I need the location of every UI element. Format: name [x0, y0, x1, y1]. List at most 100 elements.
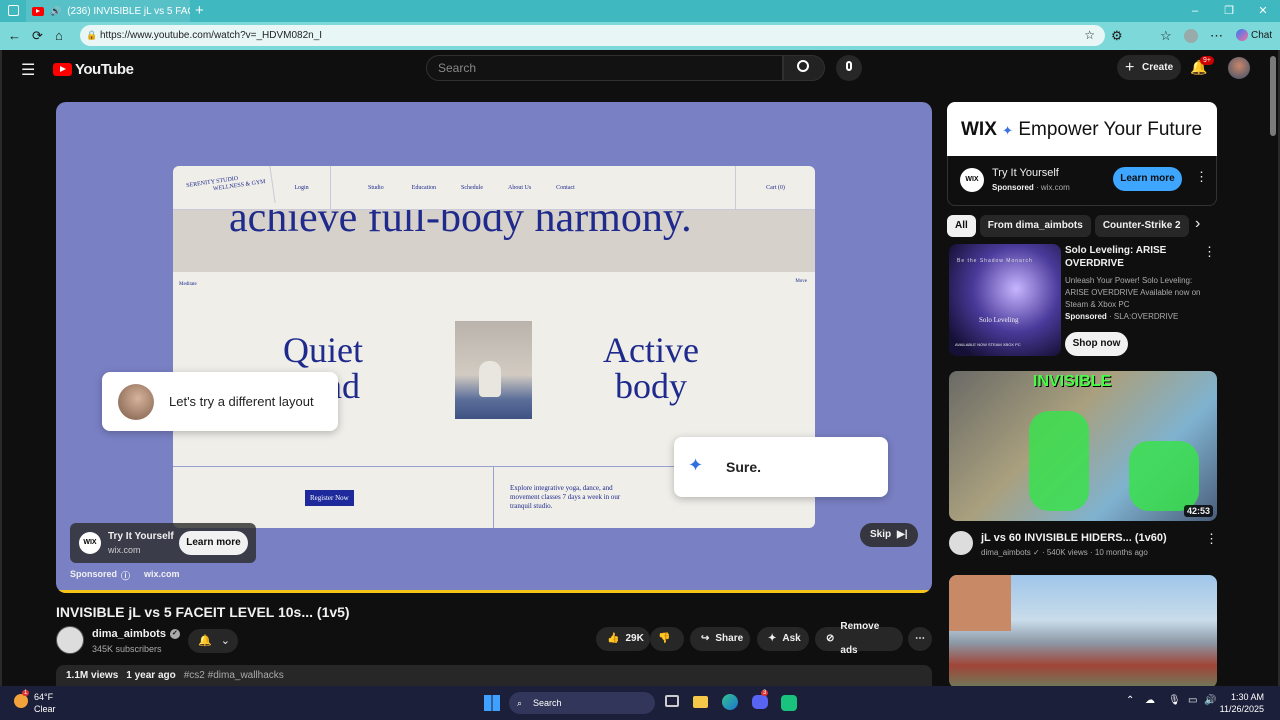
ad-info-icon[interactable]: ⓘ [121, 569, 130, 582]
sponsor-domain[interactable]: wix.com [144, 569, 180, 582]
account-avatar[interactable] [1228, 57, 1250, 79]
notifications-button[interactable]: 🔔 9+ [1190, 56, 1214, 79]
address-toolbar: ← ⟳ ⌂ 🔒 https://www.youtube.com/watch?v=… [0, 22, 1280, 50]
youtube-logo[interactable]: YouTube [53, 61, 134, 78]
sponsored-menu-icon[interactable]: ⋮ [1203, 244, 1216, 260]
ad-learn-more-button[interactable]: Learn more [179, 531, 248, 555]
wix-ad-sponsored: Sponsored [992, 183, 1034, 192]
speaker-icon[interactable]: 🔊 [50, 6, 61, 17]
description-box[interactable]: 1.1M views 1 year ago #cs2 #dima_wallhac… [56, 665, 932, 686]
rec-thumbnail[interactable]: INVISIBLE 42:53 [949, 371, 1217, 521]
subscribe-bell-button[interactable]: 🔔 ⌄ [188, 629, 238, 653]
page-scrollbar[interactable] [1270, 56, 1276, 136]
share-icon: ↪ [701, 633, 710, 644]
more-actions-button[interactable]: ⋯ [908, 627, 932, 651]
wix-ad-menu-icon[interactable]: ⋮ [1195, 169, 1208, 185]
rec-menu-icon[interactable]: ⋮ [1205, 531, 1218, 547]
create-button[interactable]: + Create [1117, 55, 1181, 80]
rec-channel-avatar[interactable] [949, 531, 973, 555]
search-button[interactable] [783, 55, 825, 81]
chatgpt-icon[interactable] [781, 695, 797, 711]
weather-icon[interactable] [14, 694, 28, 708]
chip-all[interactable]: All [947, 215, 976, 237]
browser-tab-strip: 🔊 (236) INVISIBLE jL vs 5 FACEI ✕ + – ❐ … [0, 0, 1280, 22]
voice-search-button[interactable] [836, 55, 862, 81]
hamburger-menu-icon[interactable]: ☰ [21, 60, 35, 80]
vertical-divider [493, 466, 494, 528]
onedrive-icon[interactable]: ☁ [1145, 695, 1155, 706]
tab-actions-icon[interactable] [8, 5, 19, 16]
create-label: Create [1142, 62, 1174, 73]
back-icon[interactable]: ← [8, 28, 21, 43]
search-input[interactable]: Search [426, 55, 783, 81]
user-avatar [118, 384, 154, 420]
url-bar[interactable]: 🔒 https://www.youtube.com/watch?v=_HDVM0… [80, 25, 1105, 46]
discord-icon[interactable] [752, 695, 768, 709]
copilot-chat-button[interactable]: Chat [1236, 29, 1272, 41]
wix-banner[interactable]: WIX ✦ Empower Your Future [947, 102, 1217, 156]
nav-login: Login [273, 166, 331, 210]
chip-from-channel[interactable]: From dima_aimbots [979, 215, 1091, 237]
favorites-icon[interactable]: ☆ [1160, 28, 1172, 44]
browser-tab[interactable]: 🔊 (236) INVISIBLE jL vs 5 FACEI ✕ [26, 0, 190, 22]
active-body-text: Active body [603, 332, 699, 404]
favorite-star-icon[interactable]: ☆ [1084, 25, 1095, 46]
wix-ad-card[interactable]: WIX Try It Yourself Sponsored · wix.com … [947, 156, 1217, 206]
thumb-green-figure-right [1129, 441, 1199, 511]
ad-advertiser-chip[interactable]: WIX Try It Yourself wix.com Learn more [70, 523, 256, 563]
clock-date[interactable]: 11/26/2025 [1212, 704, 1264, 714]
sponsored-game-title[interactable]: Solo Leveling: ARISE OVERDRIVE [1065, 244, 1195, 270]
thumb-platforms: AVAILABLE NOW STEAM XBOX PC [955, 342, 1021, 347]
video-player[interactable]: SERENITY STUDIO WELLNESS & GYM Login Stu… [56, 102, 932, 593]
file-explorer-icon[interactable] [693, 696, 708, 708]
yoga-photo [455, 321, 532, 419]
plus-icon: + [1125, 59, 1135, 76]
bell-outline-icon: 🔔 [198, 635, 212, 647]
minimize-button[interactable]: – [1178, 0, 1212, 22]
chips-next-icon[interactable]: › [1195, 215, 1200, 233]
mic-tray-icon[interactable]: 🎙 [1168, 695, 1181, 706]
microphone-icon [846, 61, 852, 71]
user-chat-bubble: Let's try a different layout [102, 372, 338, 431]
taskbar-search[interactable]: ⌕ Search [509, 692, 655, 714]
ask-button[interactable]: ✦ Ask [757, 627, 809, 651]
remove-ads-button[interactable]: ⊘ Remove ads [815, 621, 903, 656]
chip-counter-strike[interactable]: Counter-Strike 2 [1094, 215, 1189, 237]
profile-avatar[interactable] [1184, 29, 1198, 43]
like-button[interactable]: 👍 29K [596, 627, 650, 651]
extensions-icon[interactable]: ⚙ [1111, 28, 1123, 44]
wix-learn-more-button[interactable]: Learn more [1113, 167, 1182, 191]
youtube-favicon-icon [32, 6, 44, 16]
hashtags[interactable]: #cs2 #dima_wallhacks [184, 670, 284, 681]
channel-avatar[interactable] [56, 626, 84, 654]
wix-tagline: Empower Your Future [1018, 119, 1203, 140]
rec-title[interactable]: jL vs 60 INVISIBLE HIDERS... (1v60) [981, 532, 1167, 544]
rec-thumbnail-2[interactable] [949, 575, 1217, 688]
clock-time[interactable]: 1:30 AM [1222, 692, 1264, 702]
ad-progress-bar[interactable] [56, 590, 932, 593]
hero-band: achieve full-body harmony. [173, 210, 815, 272]
edge-icon[interactable] [722, 694, 738, 710]
sponsored-game-advertiser: SLA:OVERDRIVE [1113, 312, 1179, 321]
rec-channel[interactable]: dima_aimbots [981, 548, 1031, 557]
start-button-icon[interactable] [484, 695, 500, 711]
shop-now-button[interactable]: Shop now [1065, 332, 1128, 356]
video-title: INVISIBLE jL vs 5 FACEIT LEVEL 10s... (1… [56, 604, 350, 620]
ad-domain: wix.com [108, 545, 141, 555]
tray-chevron-icon[interactable]: ⌃ [1126, 695, 1134, 706]
maximize-button[interactable]: ❐ [1212, 0, 1246, 22]
skip-ad-button[interactable]: Skip ▶| [860, 523, 918, 547]
new-tab-icon[interactable]: + [195, 2, 204, 19]
refresh-icon[interactable]: ⟳ [32, 28, 43, 44]
share-button[interactable]: ↪ Share [690, 627, 750, 651]
dislike-button[interactable]: 👎 [650, 627, 684, 651]
more-menu-icon[interactable]: ⋯ [1210, 28, 1223, 44]
channel-name[interactable]: dima_aimbots ✓ [92, 628, 180, 640]
sponsored-game-thumbnail[interactable]: Be the Shadow Monarch Solo Leveling AVAI… [949, 244, 1061, 356]
network-icon[interactable]: ▭ [1188, 695, 1197, 706]
weather-badge: 1 [22, 690, 30, 696]
close-window-button[interactable]: ✕ [1246, 0, 1280, 22]
home-icon[interactable]: ⌂ [55, 28, 63, 43]
task-view-icon[interactable] [665, 695, 679, 707]
logo-text: YouTube [75, 61, 134, 78]
